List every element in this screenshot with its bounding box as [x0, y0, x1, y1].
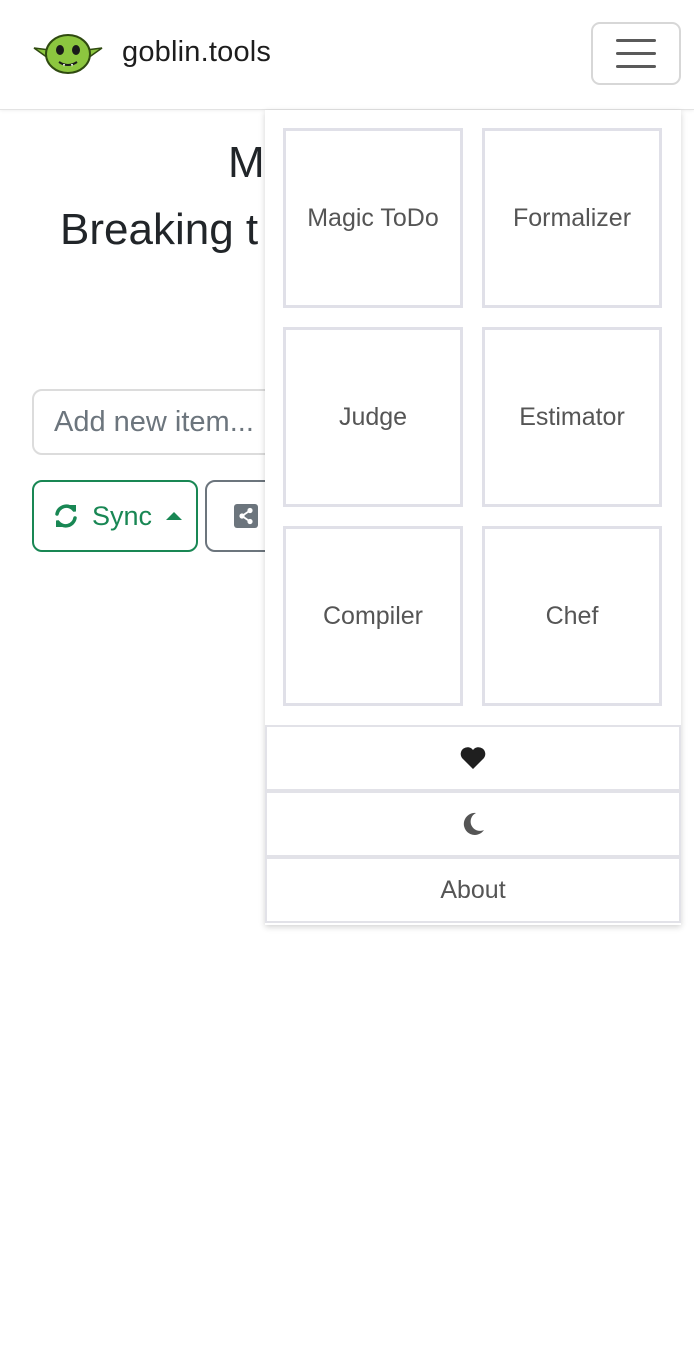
- caret-up-icon: [166, 512, 183, 520]
- tool-chef[interactable]: Chef: [482, 526, 662, 706]
- hamburger-menu-icon: [616, 39, 656, 42]
- page-title: M: [228, 138, 265, 187]
- hamburger-menu-icon: [616, 65, 656, 68]
- sync-button[interactable]: Sync: [32, 480, 198, 552]
- heart-icon: [460, 747, 486, 769]
- hamburger-menu-icon: [616, 52, 656, 55]
- tool-compiler[interactable]: Compiler: [283, 526, 463, 706]
- brand-name: goblin.tools: [122, 35, 272, 68]
- support-button[interactable]: [265, 725, 681, 791]
- menu-toggle-button[interactable]: [591, 22, 681, 85]
- tool-magic-todo[interactable]: Magic ToDo: [283, 128, 463, 308]
- goblin-logo-icon: [33, 34, 103, 74]
- about-button[interactable]: About: [265, 857, 681, 923]
- tools-dropdown-menu: Magic ToDo Formalizer Judge Estimator Co…: [265, 110, 681, 925]
- tool-judge[interactable]: Judge: [283, 327, 463, 507]
- theme-toggle-button[interactable]: [265, 791, 681, 857]
- navbar: goblin.tools: [0, 0, 694, 110]
- tool-estimator[interactable]: Estimator: [482, 327, 662, 507]
- sync-arrows-icon: [55, 504, 77, 528]
- brand-link[interactable]: goblin.tools: [30, 28, 271, 76]
- sync-label: Sync: [92, 500, 153, 531]
- tool-formalizer[interactable]: Formalizer: [482, 128, 662, 308]
- moon-icon: [463, 812, 484, 835]
- page-subtitle: Breaking t: [60, 205, 259, 254]
- share-icon: [234, 504, 258, 528]
